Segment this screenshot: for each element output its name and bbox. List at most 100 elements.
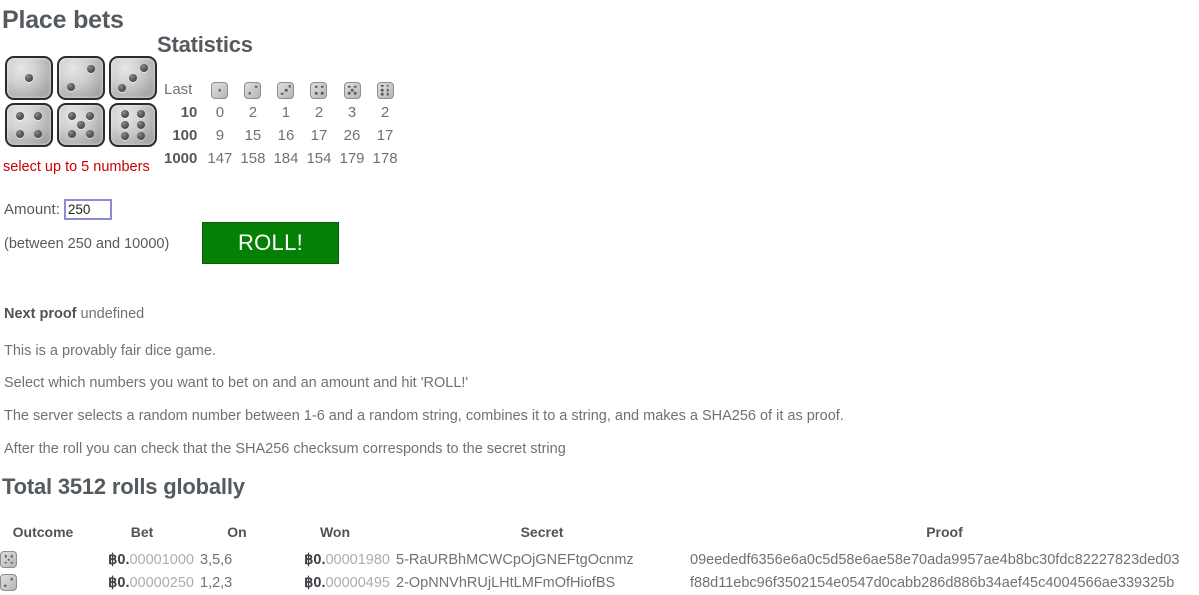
description-line-1: This is a provably fair dice game.: [4, 343, 216, 359]
pip: [16, 129, 25, 138]
stats-cell: 179: [339, 150, 365, 167]
die-1-icon: [211, 81, 229, 99]
column-header-proof: Proof: [926, 524, 963, 540]
pip: [136, 121, 145, 129]
pip: [288, 85, 291, 88]
stats-cell: 26: [343, 127, 361, 144]
stats-cell: 154: [306, 150, 332, 167]
stats-last-label: Last: [164, 81, 193, 98]
pip: [33, 112, 42, 121]
selection-warning: select up to 5 numbers: [3, 159, 150, 175]
description-line-2: Select which numbers you want to bet on …: [4, 375, 469, 391]
pip: [121, 121, 130, 129]
amount-input[interactable]: [63, 199, 112, 220]
pip: [350, 88, 354, 92]
pip: [353, 92, 357, 95]
die-5-icon[interactable]: [57, 103, 105, 147]
stats-cell: 17: [376, 127, 394, 144]
cell-won: ฿0.00001980: [304, 551, 390, 568]
pip: [381, 92, 384, 96]
cell-on: 3,5,6: [200, 551, 233, 568]
column-header-outcome: Outcome: [12, 524, 74, 540]
page-title: Place bets: [2, 6, 124, 34]
pip: [381, 84, 384, 88]
dice-game-page: Place bets Statistics select up to 5 num…: [0, 0, 1199, 595]
rolls-table: Outcome Bet On Won Secret Proof ฿0.00001…: [0, 524, 1199, 594]
cell-outcome: [0, 548, 86, 571]
die-2-icon: [0, 574, 17, 591]
pip: [353, 85, 357, 89]
stats-cell: 178: [372, 150, 398, 167]
cell-won: ฿0.00000495: [304, 574, 390, 591]
die-2-icon[interactable]: [57, 56, 105, 100]
pip: [386, 92, 390, 96]
die-3-icon[interactable]: [109, 56, 157, 100]
stats-face-header: [269, 78, 302, 101]
stats-cell: 3: [347, 104, 357, 121]
stats-cell: 1: [281, 104, 291, 121]
stats-cell: 0: [215, 104, 225, 121]
die-4-icon[interactable]: [5, 103, 53, 147]
pip: [347, 92, 351, 95]
next-proof-value: undefined: [80, 306, 145, 322]
stats-cell: 16: [277, 127, 295, 144]
pip: [381, 88, 384, 92]
pip: [121, 109, 130, 118]
next-proof: Next proof undefined: [4, 306, 144, 322]
statistics-title: Statistics: [157, 32, 253, 57]
table-header-row: Outcome Bet On Won Secret Proof: [0, 524, 1199, 548]
die-5-icon: [343, 81, 361, 99]
total-rolls-title: Total 3512 rolls globally: [2, 474, 245, 499]
column-header-won: Won: [319, 524, 351, 540]
pip: [314, 92, 318, 95]
die-6-icon: [376, 81, 394, 99]
pip: [68, 129, 77, 138]
amount-row: Amount:: [4, 199, 112, 220]
pip: [25, 74, 33, 82]
stats-face-header: [203, 78, 236, 101]
cell-proof: 09eededf6356e6a0c5d58e6ae58e70ada9957ae4…: [690, 551, 1180, 568]
pip: [10, 577, 14, 581]
cell-on: 1,2,3: [200, 574, 233, 591]
stats-face-header: [369, 78, 402, 101]
pip: [118, 83, 127, 92]
pip: [320, 92, 324, 95]
pip: [10, 561, 13, 565]
next-proof-label: Next proof: [4, 306, 77, 322]
die-3-icon: [277, 81, 295, 99]
pip: [3, 584, 7, 588]
description-line-4: After the roll you can check that the SH…: [4, 441, 566, 457]
pip: [85, 129, 94, 138]
pip: [136, 109, 145, 118]
pip: [67, 82, 76, 91]
stats-cell: 17: [310, 127, 328, 144]
stats-cell: 158: [240, 150, 266, 167]
cell-secret: 5-RaURBhMCWCpOjGNEFtgOcnmz: [396, 551, 634, 568]
stats-row: 10 0 2 1 2 3 2: [160, 101, 402, 124]
pip: [218, 88, 222, 92]
die-1-icon[interactable]: [5, 56, 53, 100]
die-2-icon: [244, 81, 262, 99]
pip: [33, 129, 42, 138]
roll-button[interactable]: ROLL!: [202, 222, 339, 264]
column-header-on: On: [227, 524, 247, 540]
die-4-icon: [310, 81, 328, 99]
amount-range-note: (between 250 and 10000): [4, 236, 170, 252]
pip: [139, 64, 148, 73]
pip: [16, 112, 25, 121]
stats-cell: 184: [273, 150, 299, 167]
pip: [386, 84, 390, 88]
pip: [320, 85, 324, 89]
cell-proof: f88d11ebc96f3502154e0547d0cabb286d886b34…: [690, 574, 1175, 591]
table-row: ฿0.00000250 1,2,3 ฿0.00000495 2-OpNNVhRUjLH…: [0, 571, 1199, 594]
pip: [7, 558, 10, 561]
stats-row-label: 100: [172, 127, 198, 144]
die-6-icon[interactable]: [109, 103, 157, 147]
stats-cell: 147: [207, 150, 233, 167]
cell-outcome: [0, 571, 86, 594]
stats-face-header: [236, 78, 269, 101]
stats-row: 100 9 15 16 17 26 17: [160, 124, 402, 147]
stats-row-label: 1000: [164, 150, 198, 167]
pip: [347, 85, 351, 89]
table-row: ฿0.00001000 3,5,6 ฿0.00001980 5-RaURBhMCWCp…: [0, 548, 1199, 571]
